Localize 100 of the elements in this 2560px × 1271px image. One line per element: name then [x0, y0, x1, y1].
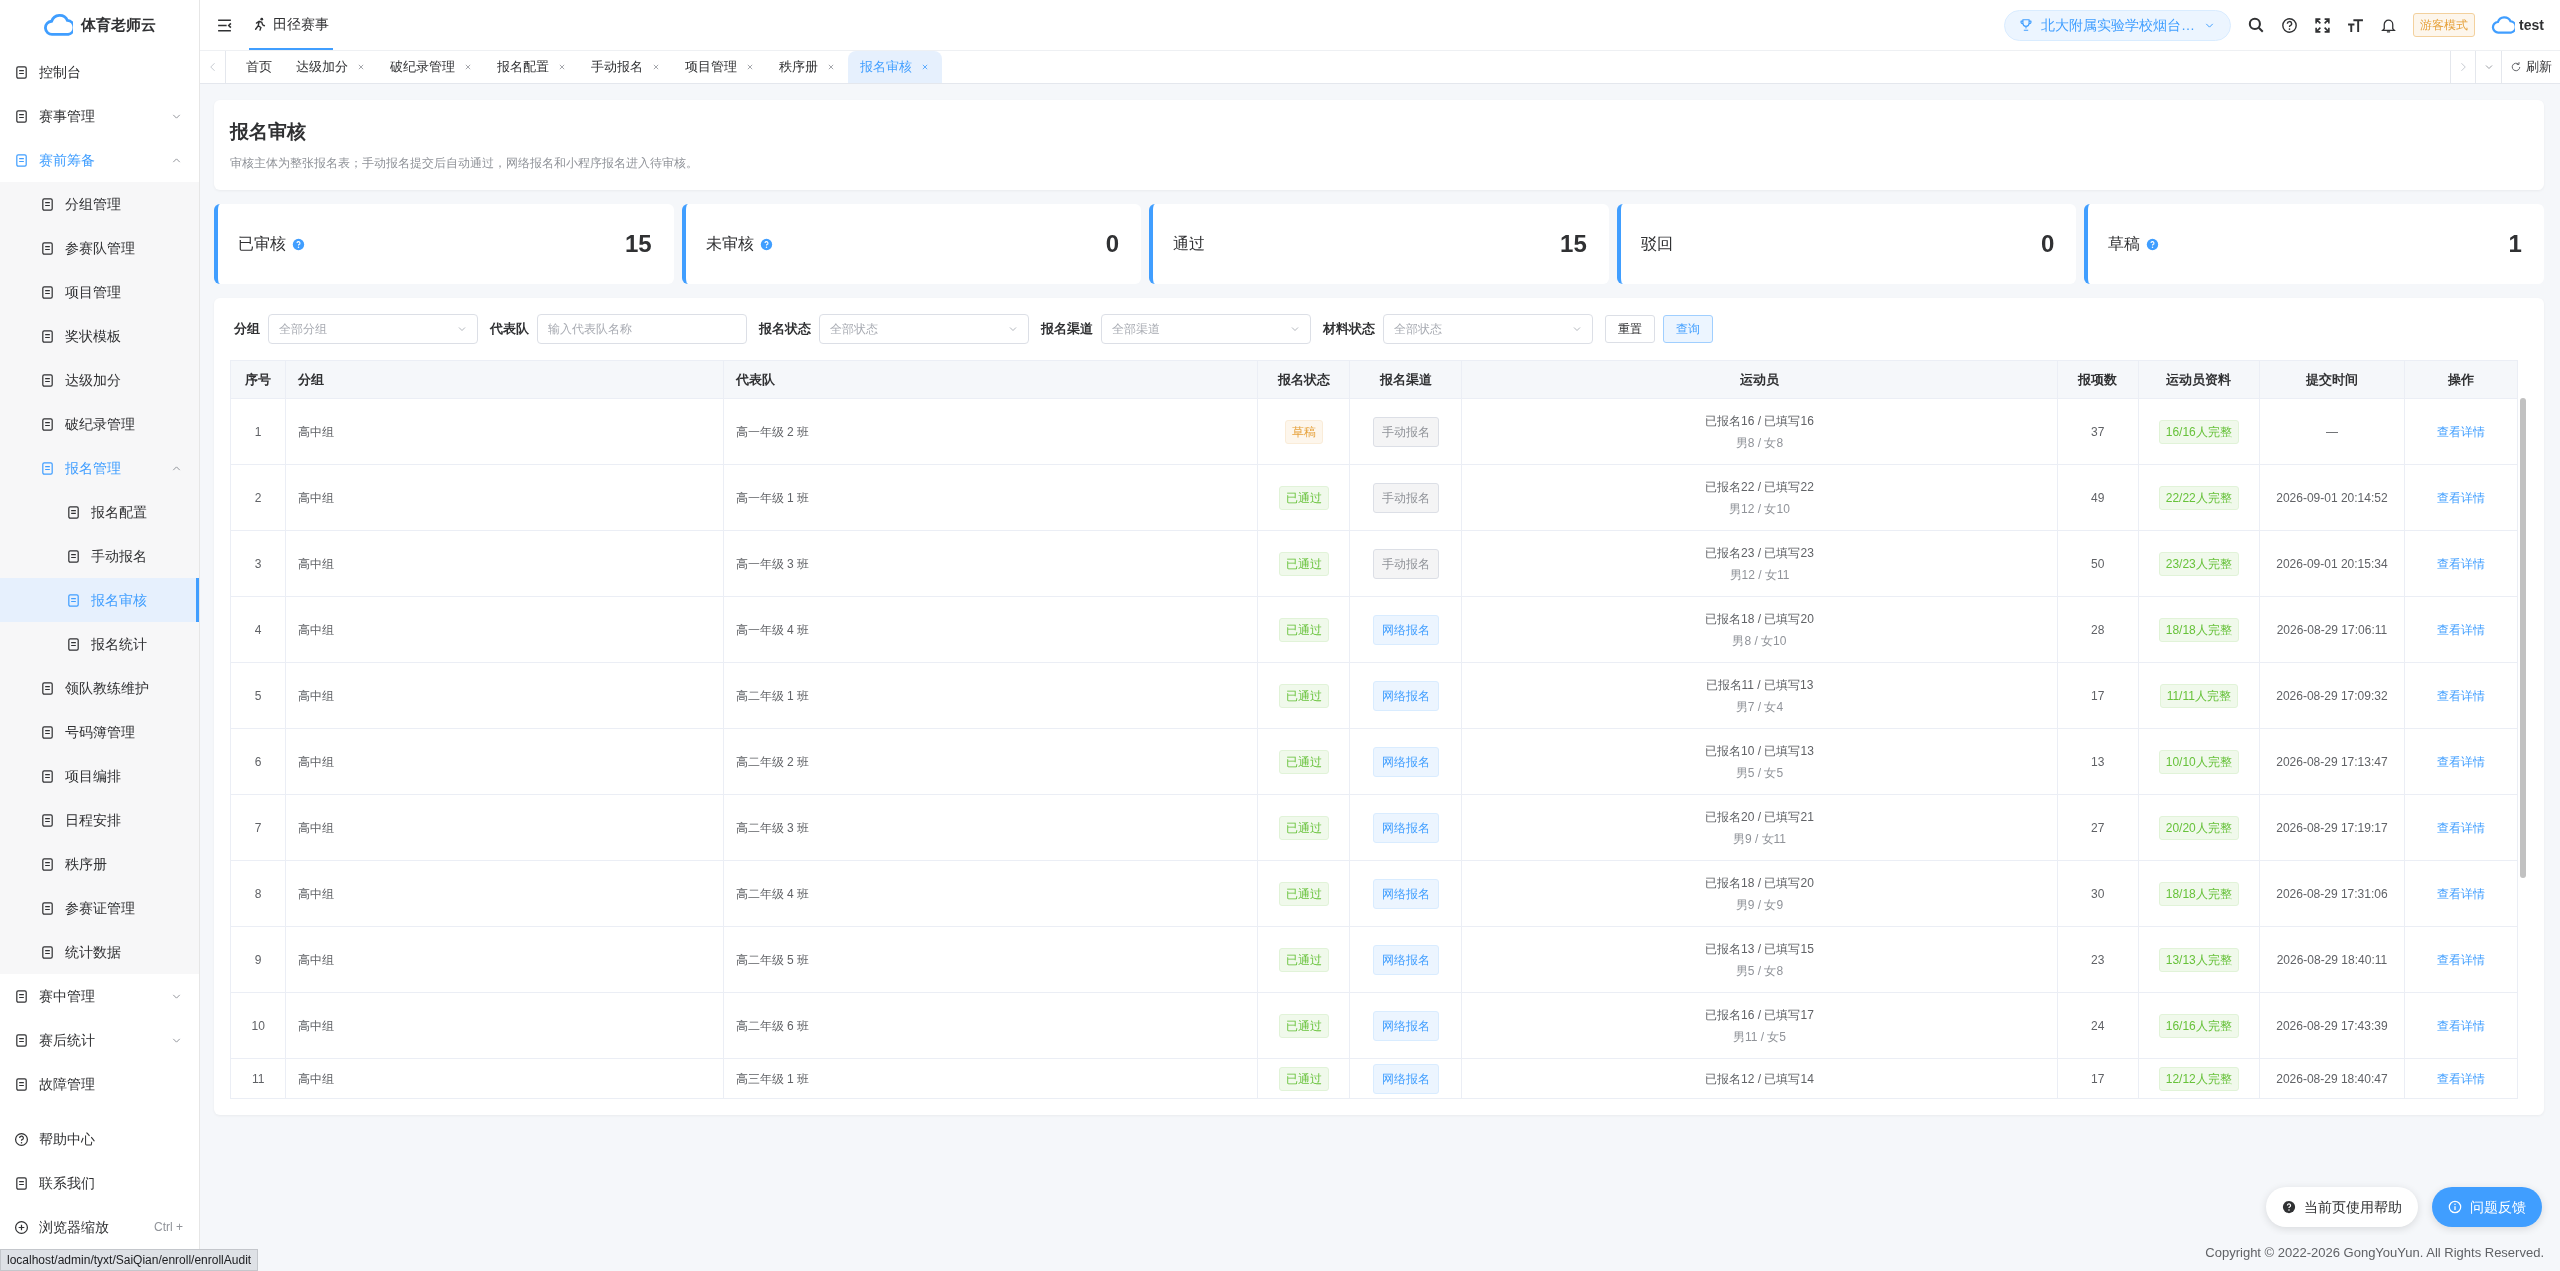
page-tab[interactable]: 项目管理: [673, 51, 767, 83]
sidebar-item[interactable]: 帮助中心: [0, 1117, 199, 1161]
user-name[interactable]: test: [2519, 14, 2544, 36]
sidebar-item[interactable]: 赛中管理: [0, 974, 199, 1018]
sidebar-item[interactable]: 控制台: [0, 50, 199, 94]
sidebar-item[interactable]: 项目管理: [0, 270, 199, 314]
status-tag: 草稿: [1284, 419, 1323, 444]
sidebar-item[interactable]: 报名统计: [0, 622, 199, 666]
table-cell: 27: [2057, 794, 2139, 861]
page-tab[interactable]: 达级加分: [284, 51, 378, 83]
select-field[interactable]: 全部渠道: [1101, 314, 1311, 344]
sidebar-item[interactable]: 赛后统计: [0, 1018, 199, 1062]
page-help-button[interactable]: 当前页使用帮助: [2266, 1187, 2418, 1227]
page-tab[interactable]: 秩序册: [767, 51, 848, 83]
material-tag: 16/16人完整: [2158, 1013, 2239, 1038]
status-tag: 已通过: [1278, 617, 1329, 642]
sidebar-item[interactable]: 项目编排: [0, 754, 199, 798]
page-description: 审核主体为整张报名表；手动报名提交后自动通过，网络报名和小程序报名进入待审核。: [230, 155, 699, 173]
table-cell: 高二年级 6 班: [723, 992, 1258, 1059]
toolbar-button[interactable]: [2247, 16, 2266, 34]
table-cell: 高二年级 5 班: [723, 926, 1258, 993]
document-icon: [40, 328, 55, 344]
material-tag: 22/22人完整: [2158, 485, 2239, 510]
sidebar-item[interactable]: 参赛队管理: [0, 226, 199, 270]
sidebar-item[interactable]: 故障管理: [0, 1062, 199, 1106]
athletes-text: 已报名18 / 已填写20: [1704, 874, 1815, 892]
select-field[interactable]: 全部分组: [268, 314, 478, 344]
logo-text: 体育老师云: [81, 14, 156, 35]
toolbar-button[interactable]: [2281, 16, 2299, 34]
sidebar-item[interactable]: 领队教练维护: [0, 666, 199, 710]
menu-icon: [216, 17, 233, 35]
document-icon: [40, 944, 55, 960]
status-tag: 已通过: [1278, 881, 1329, 906]
sidebar-item[interactable]: 分组管理: [0, 182, 199, 226]
sidebar-item[interactable]: 日程安排: [0, 798, 199, 842]
channel-tag: 网络报名: [1372, 944, 1439, 975]
channel-tag: 手动报名: [1372, 416, 1439, 447]
status-tag: 已通过: [1278, 749, 1329, 774]
page-tab[interactable]: 首页: [234, 51, 284, 83]
document-icon: [14, 152, 29, 168]
reset-button[interactable]: 重置: [1605, 315, 1655, 343]
material-tag: 13/13人完整: [2158, 947, 2239, 972]
athletes-text: 已报名22 / 已填写22: [1704, 478, 1815, 496]
help-icon: [2281, 16, 2299, 34]
document-icon: [40, 812, 55, 828]
sidebar-item[interactable]: 浏览器缩放 Ctrl +: [0, 1205, 199, 1249]
table-cell: 高中组: [285, 530, 724, 597]
stat-label: 未审核: [705, 234, 754, 254]
table-cell: 24: [2057, 992, 2139, 1059]
athletes-text: 已报名20 / 已填写21: [1704, 808, 1815, 826]
page-tab[interactable]: 破纪录管理: [378, 51, 485, 83]
table-cell: 高中组: [285, 398, 724, 465]
document-icon: [40, 372, 55, 388]
column-header: 序号: [230, 360, 286, 399]
sidebar-item[interactable]: 奖状模板: [0, 314, 199, 358]
table-cell: 23: [2057, 926, 2139, 993]
select-field[interactable]: 全部状态: [819, 314, 1029, 344]
status-tag: 已通过: [1278, 1066, 1329, 1091]
gender-text: 男9 / 女9: [1734, 896, 1785, 914]
input-field[interactable]: 输入代表队名称: [537, 314, 747, 344]
channel-tag: 手动报名: [1372, 548, 1439, 579]
sidebar-item[interactable]: 赛事管理: [0, 94, 199, 138]
document-icon: [14, 108, 29, 124]
sidebar-item[interactable]: 号码簿管理: [0, 710, 199, 754]
table-cell: 50: [2057, 530, 2139, 597]
document-icon: [40, 460, 55, 476]
stat-value: 1: [2508, 229, 2522, 259]
filter-label: 报名状态: [759, 320, 811, 339]
refresh-icon: [2510, 61, 2522, 73]
toolbar-button[interactable]: [2314, 16, 2332, 34]
column-header: 分组: [285, 360, 724, 399]
sidebar-item[interactable]: 报名配置: [0, 490, 199, 534]
table-cell: 高中组: [285, 662, 724, 729]
athletes-text: 已报名12 / 已填写14: [1704, 1070, 1815, 1088]
sidebar-item[interactable]: 手动报名: [0, 534, 199, 578]
page-tab[interactable]: 报名配置: [485, 51, 579, 83]
document-icon: [14, 1076, 29, 1092]
page-tab[interactable]: 手动报名: [579, 51, 673, 83]
sidebar-item[interactable]: 参赛证管理: [0, 886, 199, 930]
refresh-button[interactable]: 刷新: [2502, 51, 2560, 83]
help-icon: [14, 1131, 29, 1147]
table-cell: 8: [230, 860, 286, 927]
font-size-icon: [2347, 16, 2365, 34]
select-field[interactable]: 全部状态: [1383, 314, 1593, 344]
sidebar-item[interactable]: 统计数据: [0, 930, 199, 974]
material-tag: 20/20人完整: [2158, 815, 2239, 840]
table-cell: 高中组: [285, 794, 724, 861]
scrollbar-thumb[interactable]: [2520, 398, 2526, 878]
trophy-icon: [2019, 18, 2034, 32]
sidebar-item[interactable]: 秩序册: [0, 842, 199, 886]
toolbar-button[interactable]: [2347, 16, 2365, 34]
material-tag: 10/10人完整: [2158, 749, 2239, 774]
table-cell: 2: [230, 464, 286, 531]
gender-text: 男11 / 女5: [1731, 1028, 1788, 1046]
sidebar-item[interactable]: 联系我们: [0, 1161, 199, 1205]
table-cell: 30: [2057, 860, 2139, 927]
sidebar-item[interactable]: 破纪录管理: [0, 402, 199, 446]
material-tag: 18/18人完整: [2158, 881, 2239, 906]
sidebar-item[interactable]: 达级加分: [0, 358, 199, 402]
stat-value: 0: [1105, 229, 1120, 259]
